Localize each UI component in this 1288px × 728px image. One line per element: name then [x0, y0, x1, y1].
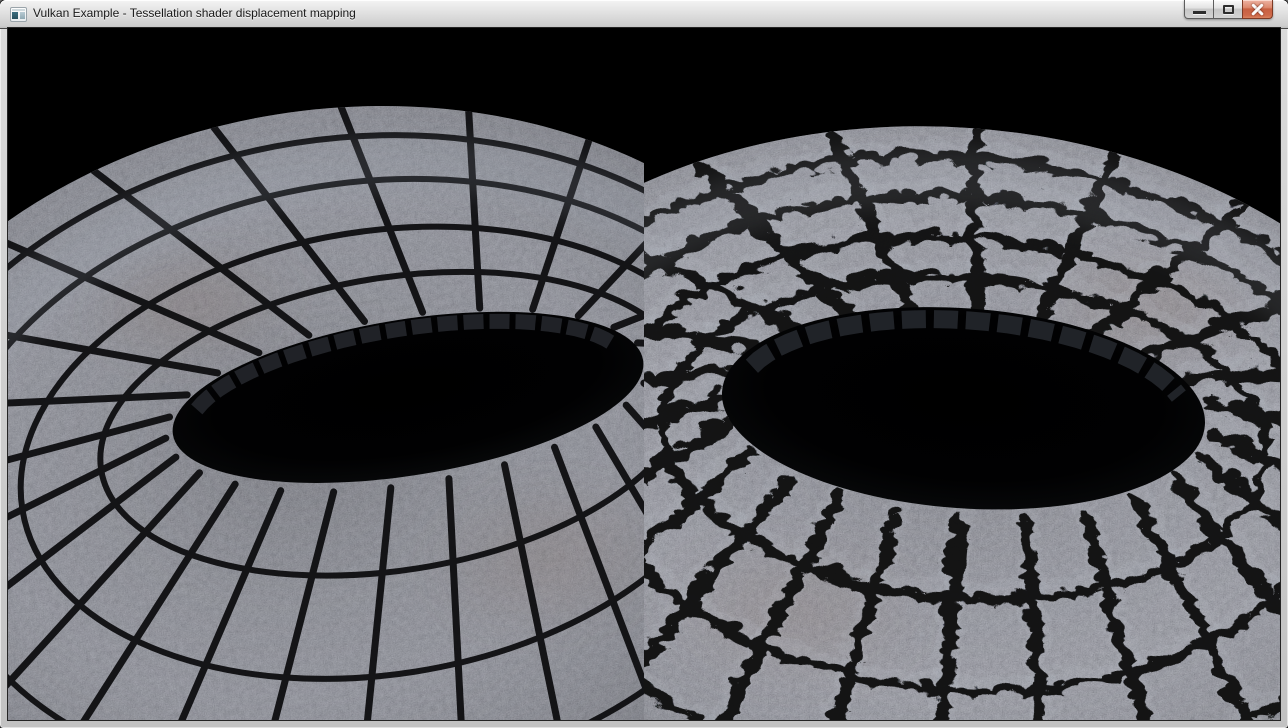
render-viewport[interactable]	[8, 28, 1280, 720]
window-title: Vulkan Example - Tessellation shader dis…	[33, 0, 356, 27]
title-bar[interactable]: Vulkan Example - Tessellation shader dis…	[0, 0, 1288, 29]
minimize-icon	[1193, 11, 1206, 14]
app-icon-pane	[12, 9, 25, 11]
maximize-icon	[1223, 5, 1234, 14]
render-area	[8, 28, 1280, 720]
app-icon-pane	[20, 12, 25, 19]
app-icon	[10, 7, 27, 22]
minimize-button[interactable]	[1184, 0, 1214, 19]
app-icon-pane	[12, 12, 18, 19]
window-controls	[1184, 0, 1273, 19]
close-icon	[1250, 3, 1265, 15]
app-window: Vulkan Example - Tessellation shader dis…	[0, 0, 1288, 728]
maximize-button[interactable]	[1213, 0, 1243, 19]
close-button[interactable]	[1242, 0, 1273, 19]
